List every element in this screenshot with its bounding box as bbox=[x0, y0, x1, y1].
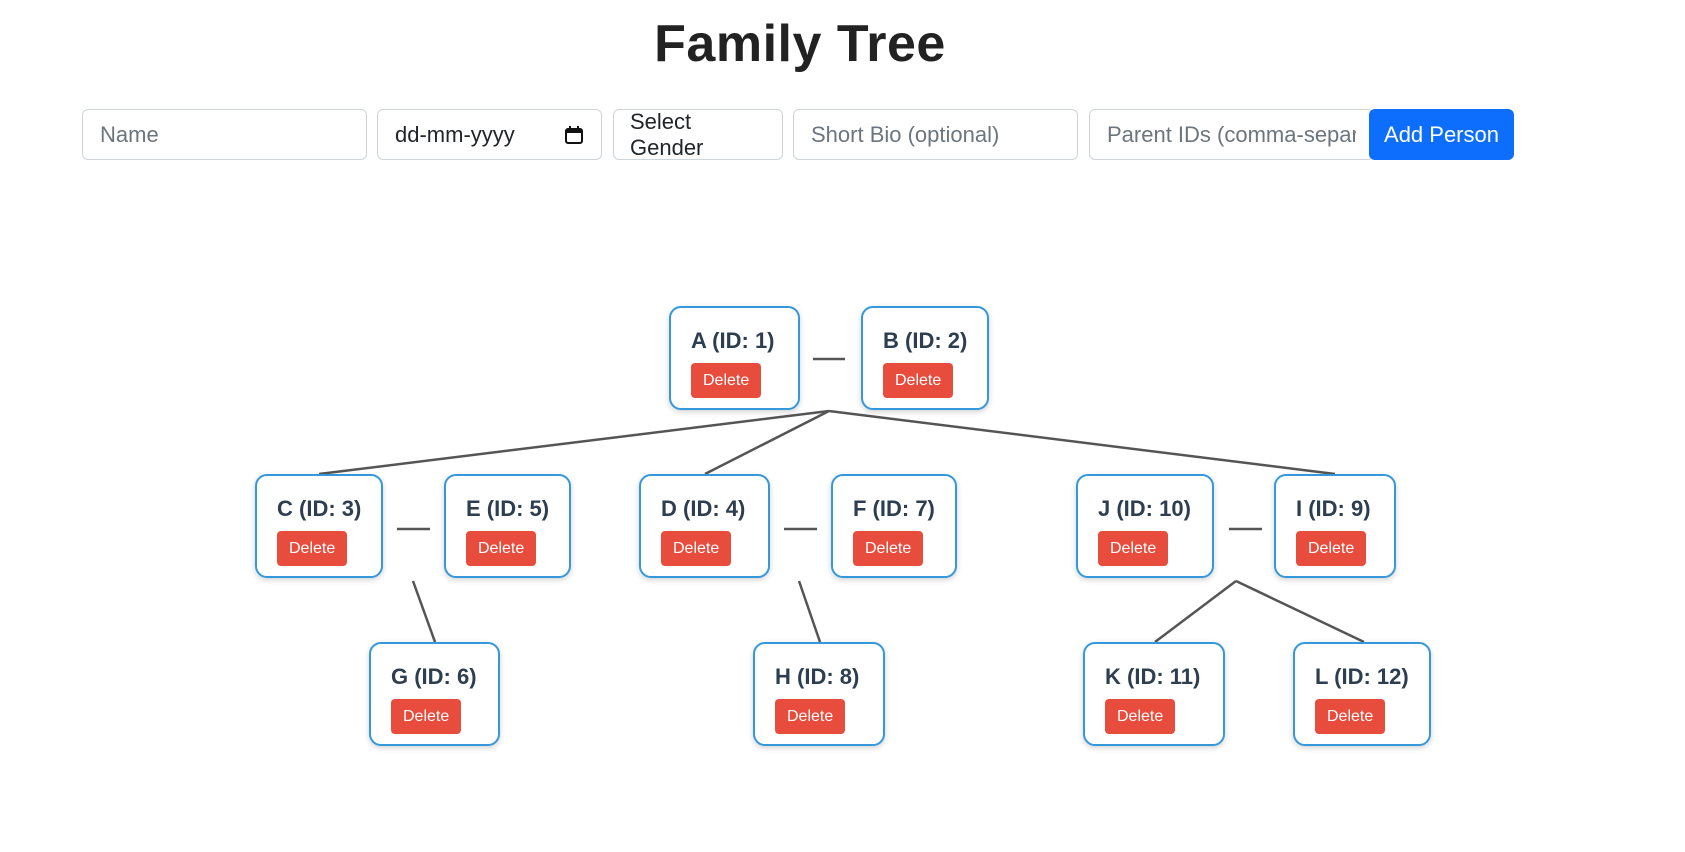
delete-button[interactable]: Delete bbox=[277, 531, 348, 566]
person-node[interactable]: F (ID: 7) Delete bbox=[831, 474, 957, 578]
delete-button[interactable]: Delete bbox=[853, 531, 924, 566]
delete-button[interactable]: Delete bbox=[775, 699, 846, 734]
delete-button[interactable]: Delete bbox=[883, 363, 954, 398]
person-name: G (ID: 6) bbox=[391, 664, 477, 689]
person-node[interactable]: E (ID: 5) Delete bbox=[444, 474, 571, 578]
person-node[interactable]: A (ID: 1) Delete bbox=[669, 306, 800, 410]
delete-button[interactable]: Delete bbox=[1315, 699, 1386, 734]
person-name: B (ID: 2) bbox=[883, 328, 968, 353]
person-node[interactable]: H (ID: 8) Delete bbox=[753, 642, 885, 746]
person-node[interactable]: K (ID: 11) Delete bbox=[1083, 642, 1225, 746]
person-name: L (ID: 12) bbox=[1315, 664, 1409, 689]
delete-button[interactable]: Delete bbox=[661, 531, 732, 566]
delete-button[interactable]: Delete bbox=[691, 363, 762, 398]
person-name: C (ID: 3) bbox=[277, 496, 362, 521]
delete-button[interactable]: Delete bbox=[1296, 531, 1367, 566]
child-line-i bbox=[828, 409, 1336, 476]
delete-button[interactable]: Delete bbox=[391, 699, 462, 734]
child-line-l bbox=[1235, 579, 1365, 644]
person-node[interactable]: L (ID: 12) Delete bbox=[1293, 642, 1431, 746]
person-node[interactable]: J (ID: 10) Delete bbox=[1076, 474, 1214, 578]
delete-button[interactable]: Delete bbox=[466, 531, 537, 566]
person-name: H (ID: 8) bbox=[775, 664, 860, 689]
person-node[interactable]: B (ID: 2) Delete bbox=[861, 306, 989, 410]
person-name: K (ID: 11) bbox=[1105, 664, 1201, 689]
child-line-k bbox=[1154, 580, 1237, 643]
child-line-h bbox=[797, 580, 822, 643]
person-name: J (ID: 10) bbox=[1098, 496, 1191, 521]
person-node[interactable]: D (ID: 4) Delete bbox=[639, 474, 770, 578]
person-node[interactable]: I (ID: 9) Delete bbox=[1274, 474, 1396, 578]
delete-button[interactable]: Delete bbox=[1105, 699, 1176, 734]
person-name: A (ID: 1) bbox=[691, 328, 775, 353]
person-name: D (ID: 4) bbox=[661, 496, 746, 521]
person-node[interactable]: C (ID: 3) Delete bbox=[255, 474, 383, 578]
person-name: I (ID: 9) bbox=[1296, 496, 1371, 521]
delete-button[interactable]: Delete bbox=[1098, 531, 1169, 566]
child-line-d bbox=[704, 409, 830, 476]
child-line-c bbox=[318, 409, 830, 476]
child-line-g bbox=[411, 580, 437, 643]
person-name: F (ID: 7) bbox=[853, 496, 935, 521]
person-node[interactable]: G (ID: 6) Delete bbox=[369, 642, 500, 746]
person-name: E (ID: 5) bbox=[466, 496, 550, 521]
